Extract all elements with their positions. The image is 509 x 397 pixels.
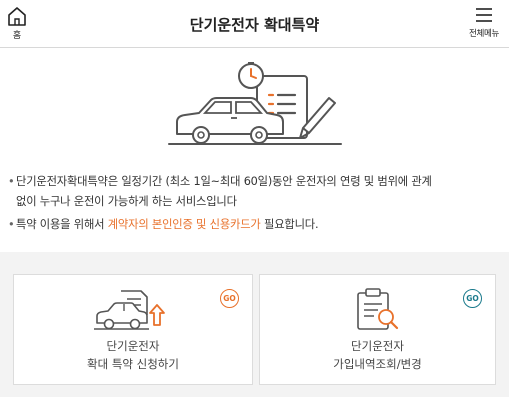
- card-subtitle: 확대 특약 신청하기: [87, 357, 179, 371]
- card-title: 단기운전자: [106, 339, 160, 353]
- top-header: 홈 단기운전자 확대특약 전체메뉴: [0, 0, 509, 48]
- bullet-icon: •: [8, 218, 15, 231]
- all-menu-button[interactable]: 전체메뉴: [464, 6, 504, 39]
- card-subtitle: 가입내역조회/변경: [333, 357, 422, 371]
- view-change-card[interactable]: GO 단기운전자 가입내역조회/변경: [259, 274, 496, 385]
- description-line-1: 단기운전자확대특약은 일정기간 (최소 1일~최대 60일)동안 운전자의 연령…: [16, 175, 432, 188]
- clipboard-search-icon: [356, 288, 398, 330]
- requirement-item: • 특약 이용을 위해서 계약자의 본인인증 및 신용카드가 필요합니다.: [8, 215, 503, 235]
- requirement-prefix: 특약 이용을 위해서: [16, 218, 108, 231]
- bullet-icon: •: [8, 175, 15, 188]
- all-menu-label: 전체메뉴: [468, 29, 500, 39]
- page-title: 단기운전자 확대특약: [189, 16, 320, 34]
- hero-illustration: [165, 62, 345, 162]
- car-document-upload-icon: [94, 290, 165, 330]
- service-description: • 단기운전자확대특약은 일정기간 (최소 1일~최대 60일)동안 운전자의 …: [8, 172, 503, 235]
- car-checklist-icon: [168, 62, 342, 145]
- requirement-suffix: 필요합니다.: [260, 218, 319, 231]
- requirement-highlight: 계약자의 본인인증 및 신용카드가: [107, 218, 261, 231]
- hamburger-icon: [476, 8, 492, 22]
- apply-extension-card[interactable]: GO 단기운전자 확대 특약 신청하기: [13, 274, 253, 385]
- description-item: • 단기운전자확대특약은 일정기간 (최소 1일~최대 60일)동안 운전자의 …: [8, 172, 503, 212]
- description-line-2: 없이 누구나 운전이 가능하게 하는 서비스입니다: [16, 195, 237, 208]
- card-title: 단기운전자: [351, 339, 404, 353]
